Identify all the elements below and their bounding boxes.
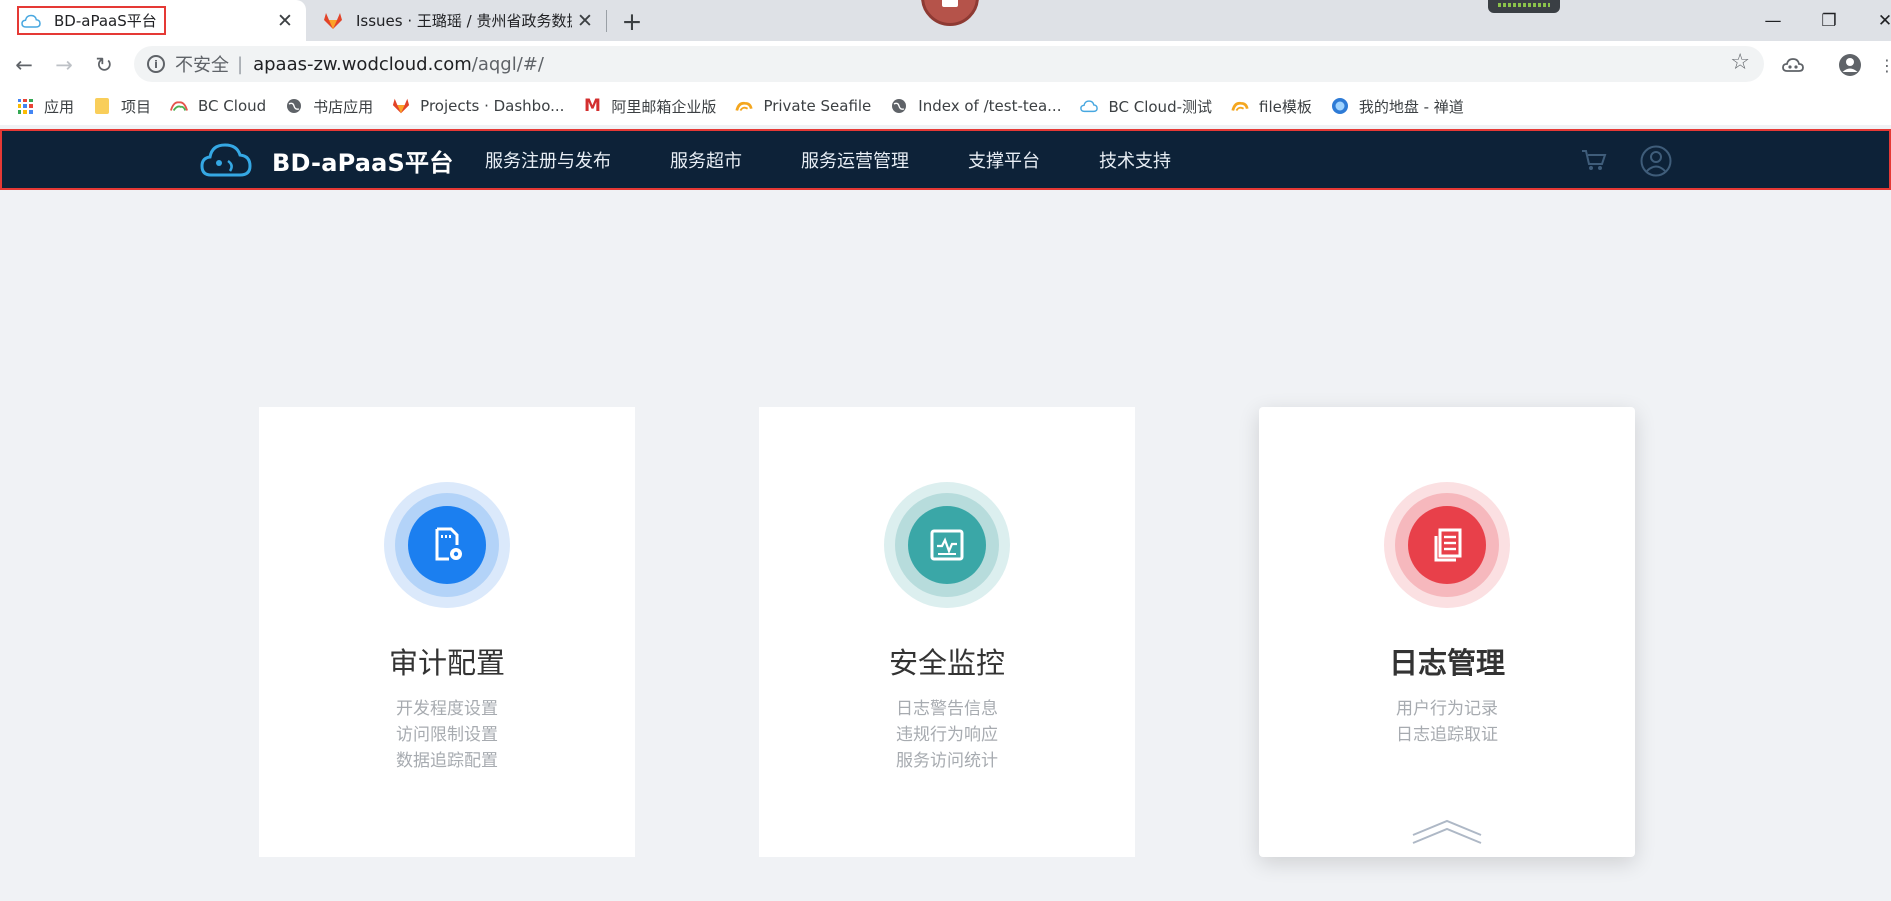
card-items: 用户行为记录 日志追踪取证 [1396, 696, 1498, 748]
menu-item-support-platform[interactable]: 支撑平台 [968, 147, 1040, 173]
info-icon[interactable]: i [147, 55, 165, 73]
card-item: 违规行为响应 [896, 725, 998, 745]
brand[interactable]: BD-aPaaS平台 [200, 141, 453, 179]
card-title: 审计配置 [388, 646, 505, 680]
bookmark-projects-dashboard[interactable]: Projects · Dashbo... [392, 97, 564, 115]
card-audit-config[interactable]: 审计配置 开发程度设置 访问限制设置 数据追踪配置 [259, 407, 635, 857]
tab-close-icon[interactable]: ✕ [572, 8, 598, 34]
tab-close-icon[interactable]: ✕ [272, 8, 298, 34]
card-item: 日志追踪取证 [1396, 725, 1498, 745]
globe-icon [890, 97, 908, 115]
brand-name: BD-aPaaS平台 [272, 148, 454, 177]
card-title: 安全监控 [888, 646, 1005, 680]
url-host: apaas-zw.wodcloud.com [253, 53, 472, 75]
cloud-icon [1080, 97, 1099, 115]
tab-highlight-box [17, 6, 166, 35]
card-item: 用户行为记录 [1396, 699, 1498, 719]
main-content: 审计配置 开发程度设置 访问限制设置 数据追踪配置 安全监控 日志警告信息 违规… [0, 190, 1891, 901]
browser-toolbar: ← → ↻ i 不安全 | apaas-zw.wodcloud.com /aqg… [0, 41, 1891, 87]
user-avatar-icon[interactable] [1640, 145, 1672, 177]
restore-button[interactable]: ❐ [1801, 0, 1857, 41]
tab-separator [606, 10, 607, 32]
extension-record-icon [921, 0, 979, 26]
icon-ring [384, 482, 510, 608]
security-label: 不安全 [175, 55, 229, 76]
bookmark-project[interactable]: 项目 [93, 96, 151, 117]
main-menu: 服务注册与发布 服务超市 服务运营管理 支撑平台 技术支持 [485, 131, 1230, 188]
back-icon[interactable]: ← [7, 48, 41, 82]
bookmark-label: BC Cloud [198, 97, 267, 115]
card-items: 开发程度设置 访问限制设置 数据追踪配置 [396, 696, 498, 774]
cart-icon[interactable] [1581, 148, 1607, 172]
bookmark-label: 我的地盘 - 禅道 [1358, 97, 1464, 116]
menu-item-service-market[interactable]: 服务超市 [670, 147, 742, 173]
reload-icon[interactable]: ↻ [87, 48, 121, 82]
bookmark-label: Projects · Dashbo... [420, 97, 565, 115]
card-title: 日志管理 [1388, 646, 1505, 680]
forward-icon[interactable]: → [47, 48, 81, 82]
icon-ring [1384, 482, 1510, 608]
seafile-icon [1231, 97, 1249, 115]
card-item: 日志警告信息 [896, 699, 998, 719]
icon-ring [884, 482, 1010, 608]
bookmark-label: Private Seafile [763, 97, 872, 115]
card-item: 数据追踪配置 [396, 751, 498, 771]
gitlab-favicon-icon [320, 10, 346, 32]
address-bar[interactable]: i 不安全 | apaas-zw.wodcloud.com /aqgl/#/ ☆ [134, 46, 1764, 82]
bookmark-label: file模板 [1259, 97, 1312, 116]
menu-item-service-operation[interactable]: 服务运营管理 [801, 147, 909, 173]
bookmarks-bar: 应用 项目 BC Cloud 书店应用 Projects · Dashbo...… [0, 87, 1891, 125]
tab-issues[interactable]: Issues · 王璐瑶 / 贵州省政务数据 ✕ [310, 0, 606, 41]
gitlab-icon [392, 97, 410, 115]
mail-icon: M [583, 96, 601, 116]
card-item: 开发程度设置 [396, 699, 498, 719]
menu-item-service-register[interactable]: 服务注册与发布 [485, 147, 611, 173]
bookmark-label: 应用 [44, 97, 75, 116]
browser-tab-strip: BD-aPaaS平台 ✕ Issues · 王璐瑶 / 贵州省政务数据 ✕ + … [0, 0, 1891, 41]
app-top-nav: BD-aPaaS平台 服务注册与发布 服务超市 服务运营管理 支撑平台 技术支持 [0, 129, 1891, 190]
new-tab-button[interactable]: + [616, 5, 648, 37]
bc-cloud-icon [170, 97, 188, 115]
card-log-management[interactable]: 日志管理 用户行为记录 日志追踪取证 [1259, 407, 1635, 857]
card-security-monitor[interactable]: 安全监控 日志警告信息 违规行为响应 服务访问统计 [759, 407, 1135, 857]
bookmark-bc-cloud[interactable]: BC Cloud [170, 97, 266, 115]
brand-logo-icon [200, 143, 252, 177]
audit-config-icon [408, 506, 486, 584]
url-separator: | [237, 53, 244, 75]
extension-meter-icon [1488, 0, 1560, 13]
tab-title: Issues · 王璐瑶 / 贵州省政务数据 [356, 12, 572, 30]
bookmark-label: BC Cloud-测试 [1108, 97, 1212, 116]
bookmark-star-icon[interactable]: ☆ [1730, 50, 1750, 75]
folder-icon [93, 97, 111, 115]
security-monitor-icon [908, 506, 986, 584]
card-items: 日志警告信息 违规行为响应 服务访问统计 [896, 696, 998, 774]
bookmark-label: 项目 [121, 97, 152, 116]
bookmark-bc-cloud-test[interactable]: BC Cloud-测试 [1080, 96, 1212, 117]
bookmark-label: 阿里邮箱企业版 [611, 97, 717, 116]
minimize-button[interactable]: — [1745, 0, 1801, 41]
url-path: /aqgl/#/ [471, 53, 544, 75]
bookmark-file-template[interactable]: file模板 [1231, 96, 1312, 117]
zentao-icon [1331, 97, 1349, 115]
menu-kebab-icon[interactable]: ⋮ [1872, 50, 1891, 80]
bookmark-ali-mail[interactable]: M 阿里邮箱企业版 [583, 96, 716, 117]
bookmark-private-seafile[interactable]: Private Seafile [735, 97, 871, 115]
bookmark-index-test[interactable]: Index of /test-tea... [890, 97, 1061, 115]
seafile-icon [735, 97, 753, 115]
apps-grid-icon [16, 97, 34, 115]
close-window-button[interactable]: ✕ [1857, 0, 1891, 41]
extension-cloud-icon[interactable] [1778, 50, 1808, 80]
log-management-icon [1408, 506, 1486, 584]
profile-icon[interactable] [1835, 50, 1865, 80]
card-item: 访问限制设置 [396, 725, 498, 745]
bookmark-apps[interactable]: 应用 [16, 96, 74, 117]
bookmark-label: Index of /test-tea... [918, 97, 1062, 115]
card-item: 服务访问统计 [896, 751, 998, 771]
bookmark-label: 书店应用 [313, 97, 374, 116]
bookmark-bookstore[interactable]: 书店应用 [285, 96, 373, 117]
menu-item-tech-support[interactable]: 技术支持 [1099, 147, 1171, 173]
globe-icon [285, 97, 303, 115]
bookmark-zentao[interactable]: 我的地盘 - 禅道 [1331, 96, 1464, 117]
chevron-up-icon[interactable] [1411, 817, 1483, 845]
